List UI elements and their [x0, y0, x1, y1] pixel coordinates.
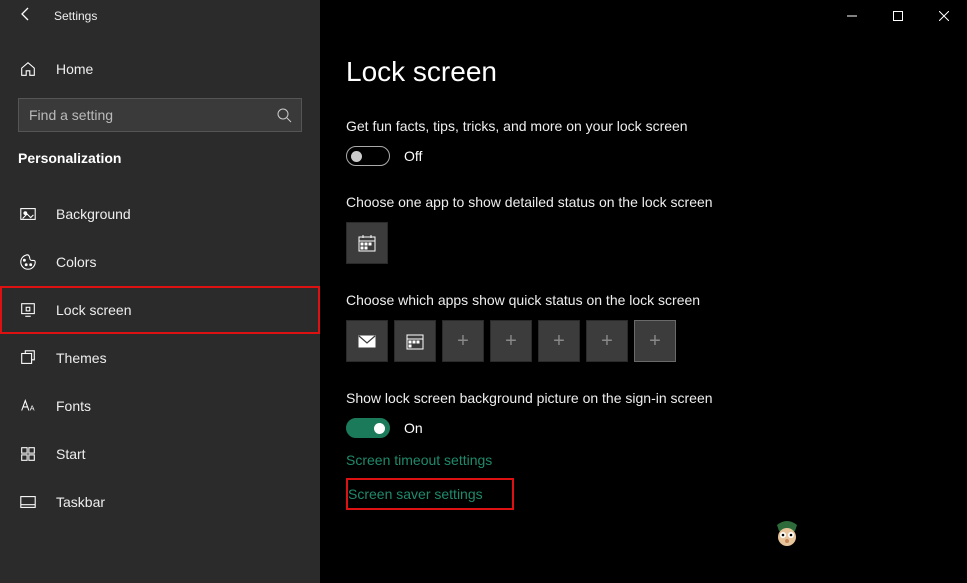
section-title: Personalization [0, 150, 320, 180]
quick-status-slot-2[interactable] [394, 320, 436, 362]
signin-bg-state: On [404, 420, 423, 436]
sidebar-item-label: Background [56, 206, 131, 222]
close-button[interactable] [921, 0, 967, 32]
svg-text:A: A [30, 404, 35, 413]
plus-icon: + [649, 330, 661, 353]
calendar-icon [357, 233, 377, 253]
app-title: Settings [54, 9, 97, 23]
home-button[interactable]: Home [0, 50, 320, 88]
detailed-status-label: Choose one app to show detailed status o… [346, 194, 967, 210]
quick-status-slot-6[interactable]: + [586, 320, 628, 362]
sidebar-item-start[interactable]: Start [0, 430, 320, 478]
maximize-button[interactable] [875, 0, 921, 32]
fonts-icon: A [18, 396, 38, 416]
sidebar-item-taskbar[interactable]: Taskbar [0, 478, 320, 526]
quick-status-slot-5[interactable]: + [538, 320, 580, 362]
palette-icon [18, 252, 38, 272]
sidebar: Home Personalization Background Colors L… [0, 0, 320, 583]
sidebar-item-lock-screen[interactable]: Lock screen [0, 286, 320, 334]
quick-status-label: Choose which apps show quick status on t… [346, 292, 967, 308]
back-icon[interactable] [18, 6, 34, 27]
sidebar-item-label: Colors [56, 254, 96, 270]
sidebar-item-fonts[interactable]: A Fonts [0, 382, 320, 430]
signin-bg-label: Show lock screen background picture on t… [346, 390, 967, 406]
screen-timeout-link[interactable]: Screen timeout settings [346, 452, 967, 468]
sidebar-item-label: Start [56, 446, 86, 462]
plus-icon: + [505, 330, 517, 353]
plus-icon: + [457, 330, 469, 353]
calendar-icon [405, 331, 425, 351]
picture-icon [18, 204, 38, 224]
home-icon [18, 59, 38, 79]
start-icon [18, 444, 38, 464]
sidebar-item-themes[interactable]: Themes [0, 334, 320, 382]
detailed-status-app-tile[interactable] [346, 222, 388, 264]
quick-status-slot-7[interactable]: + [634, 320, 676, 362]
minimize-button[interactable] [829, 0, 875, 32]
quick-status-slot-1[interactable] [346, 320, 388, 362]
plus-icon: + [601, 330, 613, 353]
funfacts-label: Get fun facts, tips, tricks, and more on… [346, 118, 967, 134]
funfacts-toggle[interactable] [346, 146, 390, 166]
search-wrap [18, 98, 302, 132]
screen-saver-link[interactable]: Screen saver settings [346, 478, 514, 510]
avatar-icon [767, 513, 807, 553]
search-input[interactable] [18, 98, 302, 132]
lock-screen-icon [18, 300, 38, 320]
taskbar-icon [18, 492, 38, 512]
sidebar-item-label: Taskbar [56, 494, 105, 510]
funfacts-state: Off [404, 148, 422, 164]
signin-bg-toggle[interactable] [346, 418, 390, 438]
quick-status-slot-3[interactable]: + [442, 320, 484, 362]
themes-icon [18, 348, 38, 368]
sidebar-item-colors[interactable]: Colors [0, 238, 320, 286]
quick-status-slot-4[interactable]: + [490, 320, 532, 362]
search-icon [276, 107, 292, 123]
mail-icon [357, 331, 377, 351]
sidebar-item-label: Themes [56, 350, 107, 366]
home-label: Home [56, 61, 93, 77]
titlebar: Settings [0, 0, 967, 32]
sidebar-item-label: Fonts [56, 398, 91, 414]
main-pane: Lock screen Get fun facts, tips, tricks,… [320, 0, 967, 583]
sidebar-item-background[interactable]: Background [0, 190, 320, 238]
sidebar-item-label: Lock screen [56, 302, 131, 318]
page-title: Lock screen [346, 56, 967, 88]
plus-icon: + [553, 330, 565, 353]
